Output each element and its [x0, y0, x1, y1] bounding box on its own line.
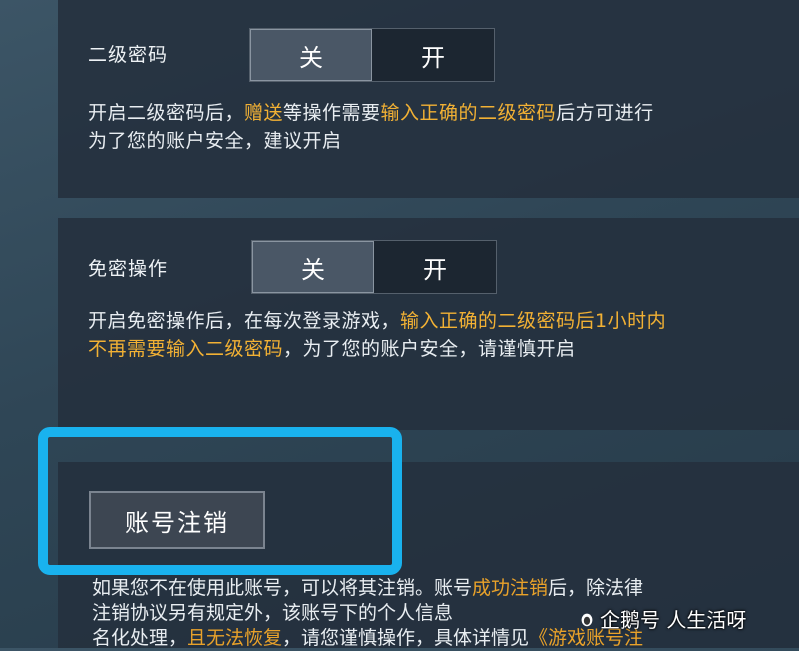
desc-highlight: 成功注销 — [472, 577, 549, 599]
watermark-text: 企鹅号 人生活呀 — [600, 608, 747, 632]
second-password-title: 二级密码 — [88, 44, 169, 66]
password-free-toggle[interactable]: 关 开 — [251, 240, 497, 294]
account-cancel-desc-line1: 如果您不在使用此账号，可以将其注销。账号成功注销后，除法律 — [92, 575, 643, 601]
highlight-annotation-box — [38, 427, 402, 575]
watermark: 企鹅号 人生活呀 — [578, 604, 746, 633]
second-password-desc-line2: 为了您的账户安全，建议开启 — [88, 130, 342, 152]
desc-text: 开启二级密码后， — [88, 102, 245, 124]
desc-highlight: 赠送 — [244, 102, 284, 124]
second-password-toggle[interactable]: 关 开 — [249, 28, 495, 82]
desc-text: 如果您不在使用此账号，可以将其注销。账号 — [92, 577, 473, 599]
desc-text: 名化处理， — [92, 627, 188, 649]
desc-text: 后，除法律 — [548, 577, 644, 599]
second-password-off-option[interactable]: 关 — [250, 29, 372, 81]
password-free-on-option[interactable]: 开 — [374, 241, 496, 293]
desc-text: 后方可进行 — [556, 102, 654, 124]
password-free-off-option[interactable]: 关 — [252, 241, 374, 293]
password-free-title: 免密操作 — [88, 258, 169, 280]
desc-highlight: 不再需要输入二级密码 — [88, 338, 284, 360]
desc-highlight: 且无法恢复 — [187, 627, 283, 649]
password-free-desc-line2: 不再需要输入二级密码，为了您的账户安全，请谨慎开启 — [88, 335, 576, 363]
desc-text: ，为了您的账户安全，请谨慎开启 — [283, 338, 576, 360]
desc-text: ，请您谨慎操作，具体详情见 — [282, 627, 530, 649]
penguin-icon — [581, 613, 593, 626]
desc-text: 等操作需要 — [283, 102, 381, 124]
password-free-desc-line1: 开启免密操作后，在每次登录游戏，输入正确的二级密码后1小时内 — [88, 307, 666, 335]
desc-text: 开启免密操作后，在每次登录游戏， — [88, 310, 401, 332]
second-password-on-option[interactable]: 开 — [372, 29, 494, 81]
desc-highlight: 输入正确的二级密码 — [380, 102, 557, 124]
second-password-desc-line1: 开启二级密码后，赠送等操作需要输入正确的二级密码后方可进行 — [88, 99, 654, 127]
account-cancel-desc-line2: 注销协议另有规定外，该账号下的个人信息 — [92, 602, 454, 624]
account-cancel-desc-line3: 名化处理，且无法恢复，请您谨慎操作，具体详情见《游戏账号注 — [92, 625, 643, 651]
desc-highlight: 输入正确的二级密码后1小时内 — [400, 310, 667, 332]
